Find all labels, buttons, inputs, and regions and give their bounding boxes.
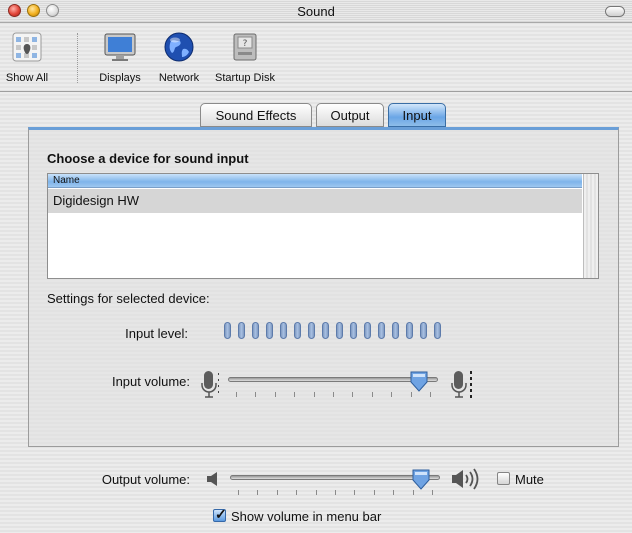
display-icon — [92, 31, 148, 66]
input-level-segment — [406, 322, 413, 339]
mute-label[interactable]: Mute — [515, 472, 544, 487]
speaker-quiet-icon — [206, 470, 222, 491]
device-heading: Choose a device for sound input — [47, 151, 249, 166]
slider-tick — [393, 490, 394, 495]
toolbar-toggle-button[interactable] — [605, 6, 625, 17]
toolbar-label: Startup Disk — [215, 72, 275, 84]
output-volume-ticks — [238, 490, 433, 496]
input-level-segment — [392, 322, 399, 339]
tab-sound-effects[interactable]: Sound Effects — [200, 103, 312, 127]
input-level-label: Input level: — [125, 326, 188, 341]
toolbar-separator — [77, 33, 79, 83]
table-header-name[interactable]: Name — [48, 174, 582, 188]
toolbar-label: Network — [158, 72, 200, 84]
slider-tick — [294, 392, 295, 397]
input-level-segment — [280, 322, 287, 339]
show-volume-checkbox[interactable]: ✓ — [213, 506, 227, 522]
input-volume-label: Input volume: — [111, 374, 190, 389]
input-level-segment — [364, 322, 371, 339]
slider-tick — [275, 392, 276, 397]
toolbar: Show All Displays Network ? Startup Disk — [0, 23, 632, 92]
input-level-segment — [238, 322, 245, 339]
slider-tick — [277, 490, 278, 495]
svg-text:?: ? — [243, 39, 248, 49]
input-volume-slider[interactable] — [228, 377, 438, 382]
input-level-segment — [378, 322, 385, 339]
toolbar-label: Show All — [5, 72, 49, 84]
toolbar-network[interactable]: Network — [152, 31, 206, 84]
toolbar-startup-disk[interactable]: ? Startup Disk — [214, 31, 276, 84]
toolbar-label: Displays — [99, 72, 141, 84]
slider-tick — [333, 392, 334, 397]
input-level-segment — [224, 322, 231, 339]
slider-tick — [296, 490, 297, 495]
toolbar-displays[interactable]: Displays — [92, 31, 148, 84]
slider-tick — [316, 490, 317, 495]
settings-label: Settings for selected device: — [47, 291, 210, 306]
slider-tick — [372, 392, 373, 397]
output-volume-slider-thumb[interactable] — [412, 468, 430, 490]
slider-tick — [430, 392, 431, 397]
slider-tick — [238, 490, 239, 495]
input-level-segment — [322, 322, 329, 339]
slider-tick — [411, 392, 412, 397]
microphone-loud-icon — [449, 369, 475, 404]
table-scrollbar[interactable] — [583, 174, 598, 278]
input-level-segment — [336, 322, 343, 339]
speaker-loud-icon — [451, 467, 483, 494]
tab-output[interactable]: Output — [316, 103, 384, 127]
toolbar-show-all[interactable]: Show All — [4, 31, 50, 84]
microphone-quiet-icon — [199, 369, 219, 404]
input-level-segment — [252, 322, 259, 339]
slider-tick — [335, 490, 336, 495]
slider-tick — [374, 490, 375, 495]
apple-grid-icon — [4, 31, 50, 66]
input-level-segment — [308, 322, 315, 339]
window-title: Sound — [297, 4, 335, 19]
title-bar: Sound — [0, 0, 632, 23]
tab-input[interactable]: Input — [388, 103, 446, 127]
show-volume-label[interactable]: Show volume in menu bar — [231, 509, 381, 524]
slider-tick — [413, 490, 414, 495]
input-level-segment — [350, 322, 357, 339]
output-volume-label: Output volume: — [101, 472, 190, 487]
slider-tick — [354, 490, 355, 495]
checkmark-icon: ✓ — [215, 506, 227, 522]
output-volume-slider[interactable] — [230, 475, 440, 480]
device-table: Name Digidesign HW — [47, 173, 599, 279]
input-level-segment — [266, 322, 273, 339]
slider-tick — [257, 490, 258, 495]
slider-tick — [352, 392, 353, 397]
input-level-segment — [420, 322, 427, 339]
input-level-segment — [434, 322, 441, 339]
slider-tick — [432, 490, 433, 495]
table-row[interactable]: Digidesign HW — [48, 189, 582, 213]
input-volume-ticks — [236, 392, 431, 398]
slider-tick — [255, 392, 256, 397]
input-level-segment — [294, 322, 301, 339]
input-volume-slider-thumb[interactable] — [410, 370, 428, 392]
slider-tick — [236, 392, 237, 397]
slider-tick — [391, 392, 392, 397]
slider-tick — [314, 392, 315, 397]
globe-icon — [152, 31, 206, 66]
mute-checkbox[interactable] — [497, 472, 510, 485]
disk-icon: ? — [214, 31, 276, 66]
